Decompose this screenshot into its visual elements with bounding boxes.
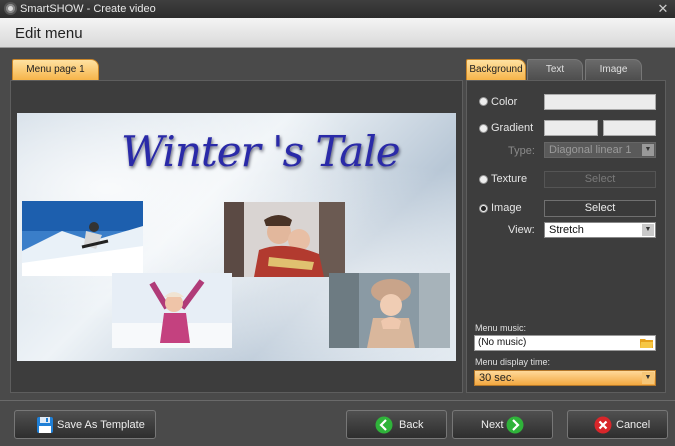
photo-girl-fur-hat[interactable] [329,273,450,348]
view-select[interactable]: Stretch ▼ [544,222,656,238]
floppy-disk-icon [37,417,53,433]
back-label: Back [399,419,424,431]
photo-girl-arms-up[interactable] [112,273,232,348]
color-swatch[interactable] [544,94,656,110]
footer-divider [0,400,675,401]
menu-display-time-label: Menu display time: [475,357,551,367]
close-window-button[interactable]: ✕ [655,1,671,16]
menu-display-time-select[interactable]: 30 sec. ▼ [474,370,656,386]
color-label: Color [491,96,518,108]
tab-menu-page-1[interactable]: Menu page 1 [12,59,99,80]
photo-snowboarder[interactable] [22,201,143,276]
save-as-template-button[interactable]: Save As Template [14,410,156,439]
chevron-down-icon: ▼ [642,144,654,156]
menu-title-text[interactable]: Winter 's Tale [121,127,401,176]
type-label: Type: [508,145,535,157]
image-label: Image [491,202,522,214]
image-radio[interactable] [479,204,488,213]
window-title: SmartSHOW - Create video [20,3,156,15]
gradient-type-select[interactable]: Diagonal linear 1 ▼ [544,142,656,158]
texture-select-button[interactable]: Select [544,171,656,188]
menu-music-field[interactable]: (No music) [474,335,656,351]
cancel-label: Cancel [616,419,651,431]
arrow-left-icon [375,416,393,434]
chevron-down-icon: ▼ [642,224,654,236]
view-value: Stretch [549,224,584,236]
texture-radio[interactable] [479,175,488,184]
view-label: View: [508,224,535,236]
page-header: Edit menu [0,18,675,48]
back-button[interactable]: Back [346,410,447,439]
arrow-right-icon [506,416,524,434]
gradient-label: Gradient [491,122,534,134]
title-bar: SmartSHOW - Create video ✕ [0,0,675,18]
color-radio[interactable] [479,97,488,106]
gradient-start-swatch[interactable] [544,120,598,136]
gradient-end-swatch[interactable] [603,120,656,136]
cancel-button[interactable]: Cancel [567,410,668,439]
gradient-radio[interactable] [479,124,488,133]
tab-background[interactable]: Background [466,59,526,80]
menu-music-label: Menu music: [475,323,527,333]
tab-text[interactable]: Text [527,59,583,80]
menu-display-time-value: 30 sec. [479,372,515,384]
cancel-icon [594,416,612,434]
page-title: Edit menu [15,25,83,42]
menu-preview[interactable]: Winter 's Tale [17,113,456,361]
menu-music-value: (No music) [478,337,527,348]
texture-label: Texture [491,173,528,185]
gradient-type-value: Diagonal linear 1 [549,144,632,156]
next-button[interactable]: Next [452,410,553,439]
image-select-button[interactable]: Select [544,200,656,217]
next-label: Next [481,419,504,431]
folder-icon[interactable] [640,337,653,348]
save-as-template-label: Save As Template [57,419,145,431]
chevron-down-icon: ▼ [642,372,654,384]
tab-image[interactable]: Image [585,59,642,80]
film-reel-icon [4,2,17,15]
photo-couple[interactable] [224,202,345,277]
